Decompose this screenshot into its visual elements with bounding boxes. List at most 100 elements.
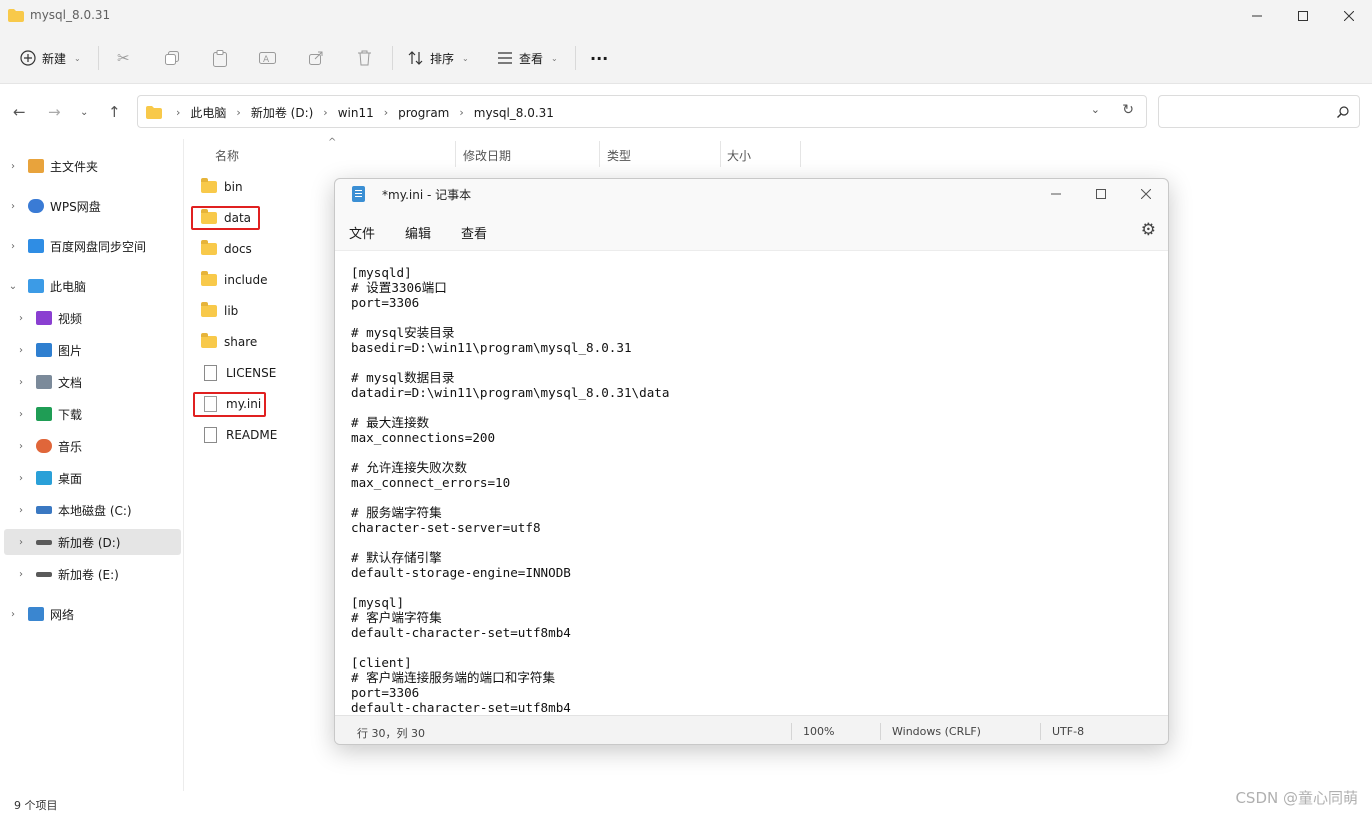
- sidebar-item-pictures[interactable]: › 图片: [12, 337, 189, 363]
- sidebar-item-network[interactable]: › 网络: [4, 601, 181, 627]
- sidebar-item-drive-d[interactable]: › 新加卷 (D:): [4, 529, 181, 555]
- sidebar-item-videos[interactable]: › 视频: [12, 305, 189, 331]
- notepad-maximize-button[interactable]: [1079, 179, 1123, 209]
- breadcrumb-item[interactable]: 此电脑: [186, 104, 230, 121]
- folder-icon: [201, 271, 217, 286]
- chevron-right-icon: ›: [19, 344, 23, 356]
- close-icon: [1141, 189, 1151, 199]
- maximize-button[interactable]: [1280, 0, 1326, 32]
- file-name: docs: [224, 242, 252, 256]
- sidebar-item-label: 百度网盘同步空间: [50, 239, 147, 254]
- chevron-right-icon: ›: [19, 536, 23, 548]
- sidebar-item-label: 下载: [58, 407, 83, 422]
- column-header-name[interactable]: 名称: [215, 147, 239, 164]
- column-header-modified[interactable]: 修改日期: [463, 147, 511, 164]
- notepad-minimize-button[interactable]: [1034, 179, 1078, 209]
- back-arrow-icon[interactable]: ←: [13, 103, 26, 121]
- menu-view[interactable]: 查看: [461, 223, 487, 242]
- list-item[interactable]: bin: [201, 174, 243, 200]
- sidebar-item-downloads[interactable]: › 下载: [12, 401, 189, 427]
- clipboard-icon: [213, 49, 227, 67]
- network-icon: [28, 607, 44, 621]
- sidebar-item-documents[interactable]: › 文档: [12, 369, 189, 395]
- folder-icon: [8, 9, 24, 22]
- rename-button[interactable]: A: [259, 45, 276, 71]
- breadcrumb-item[interactable]: win11: [334, 106, 378, 120]
- view-label: 查看: [519, 51, 544, 66]
- file-name: bin: [224, 180, 243, 194]
- view-button[interactable]: 查看 ⌄: [497, 45, 558, 71]
- list-item[interactable]: LICENSE: [201, 360, 276, 386]
- sidebar-item-desktop[interactable]: › 桌面: [12, 465, 189, 491]
- sidebar-item-wps-drive[interactable]: › WPS网盘: [4, 193, 181, 219]
- cut-button[interactable]: ✂: [117, 45, 130, 71]
- chevron-right-icon: ›: [11, 160, 15, 172]
- address-history-chevron-icon[interactable]: ⌄: [1091, 103, 1100, 116]
- recent-locations-chevron-icon[interactable]: ⌄: [80, 107, 88, 118]
- sidebar-item-baidu-sync[interactable]: › 百度网盘同步空间: [4, 233, 181, 259]
- file-icon: [204, 427, 217, 443]
- sort-ascending-icon: ^: [328, 137, 337, 148]
- address-bar[interactable]: › 此电脑 › 新加卷 (D:) › win11 › program › mys…: [137, 95, 1147, 128]
- delete-button[interactable]: [357, 45, 372, 71]
- sidebar-item-drive-e[interactable]: › 新加卷 (E:): [12, 561, 189, 587]
- list-item[interactable]: include: [201, 267, 267, 293]
- column-divider: [455, 141, 456, 167]
- sidebar-item-this-pc[interactable]: ⌄ 此电脑: [4, 273, 181, 299]
- notepad-close-button[interactable]: [1124, 179, 1168, 209]
- gear-icon[interactable]: ⚙: [1141, 220, 1156, 240]
- sidebar-item-home[interactable]: › 主文件夹: [4, 153, 181, 179]
- list-item[interactable]: docs: [201, 236, 252, 262]
- up-arrow-icon[interactable]: ↑: [108, 103, 121, 121]
- column-divider: [599, 141, 600, 167]
- breadcrumb-item[interactable]: mysql_8.0.31: [470, 106, 558, 120]
- chevron-right-icon: ›: [19, 376, 23, 388]
- menu-file[interactable]: 文件: [349, 223, 375, 242]
- close-icon: [1344, 11, 1354, 21]
- chevron-right-icon: ›: [11, 200, 15, 212]
- baidu-sync-icon: [28, 239, 44, 253]
- home-icon: [28, 159, 44, 173]
- file-name: share: [224, 335, 258, 349]
- cloud-icon: [28, 199, 44, 213]
- close-button[interactable]: [1326, 0, 1372, 32]
- list-item[interactable]: README: [201, 422, 277, 448]
- scrollbar[interactable]: [1162, 251, 1168, 715]
- sidebar-item-label: 图片: [58, 343, 83, 358]
- copy-button[interactable]: [164, 45, 180, 71]
- maximize-icon: [1096, 189, 1106, 199]
- menu-edit[interactable]: 编辑: [405, 223, 431, 242]
- sidebar-item-label: 桌面: [58, 471, 83, 486]
- minimize-icon: [1051, 193, 1061, 195]
- toolbar-divider: [392, 46, 393, 70]
- new-button[interactable]: 新建 ⌄: [20, 45, 81, 71]
- sidebar-item-drive-c[interactable]: › 本地磁盘 (C:): [12, 497, 189, 523]
- sort-label: 排序: [430, 51, 455, 66]
- sidebar-item-music[interactable]: › 音乐: [12, 433, 189, 459]
- desktop-icon: [36, 471, 52, 485]
- refresh-icon[interactable]: ↻: [1122, 102, 1134, 118]
- notepad-text-area[interactable]: [mysqld] # 设置3306端口 port=3306 # mysql安装目…: [335, 250, 1168, 715]
- download-icon: [36, 407, 52, 421]
- notepad-content: [mysqld] # 设置3306端口 port=3306 # mysql安装目…: [351, 265, 670, 715]
- breadcrumb-item[interactable]: program: [394, 106, 453, 120]
- list-item[interactable]: share: [201, 329, 257, 355]
- column-header-type[interactable]: 类型: [607, 147, 631, 164]
- forward-arrow-icon[interactable]: →: [48, 103, 61, 121]
- search-input[interactable]: [1158, 95, 1360, 128]
- sort-button[interactable]: 排序 ⌄: [408, 45, 469, 71]
- video-icon: [36, 311, 52, 325]
- chevron-right-icon: ›: [236, 106, 241, 119]
- more-options-button[interactable]: ···: [590, 45, 608, 71]
- chevron-right-icon: ›: [11, 608, 15, 620]
- share-button[interactable]: [308, 45, 324, 71]
- minimize-button[interactable]: [1234, 0, 1280, 32]
- chevron-right-icon: ›: [19, 472, 23, 484]
- picture-icon: [36, 343, 52, 357]
- new-label: 新建: [42, 51, 67, 66]
- red-highlight-box: [193, 392, 266, 417]
- column-header-size[interactable]: 大小: [727, 147, 751, 164]
- breadcrumb-item[interactable]: 新加卷 (D:): [247, 104, 317, 121]
- paste-button[interactable]: [212, 45, 228, 71]
- list-item[interactable]: lib: [201, 298, 238, 324]
